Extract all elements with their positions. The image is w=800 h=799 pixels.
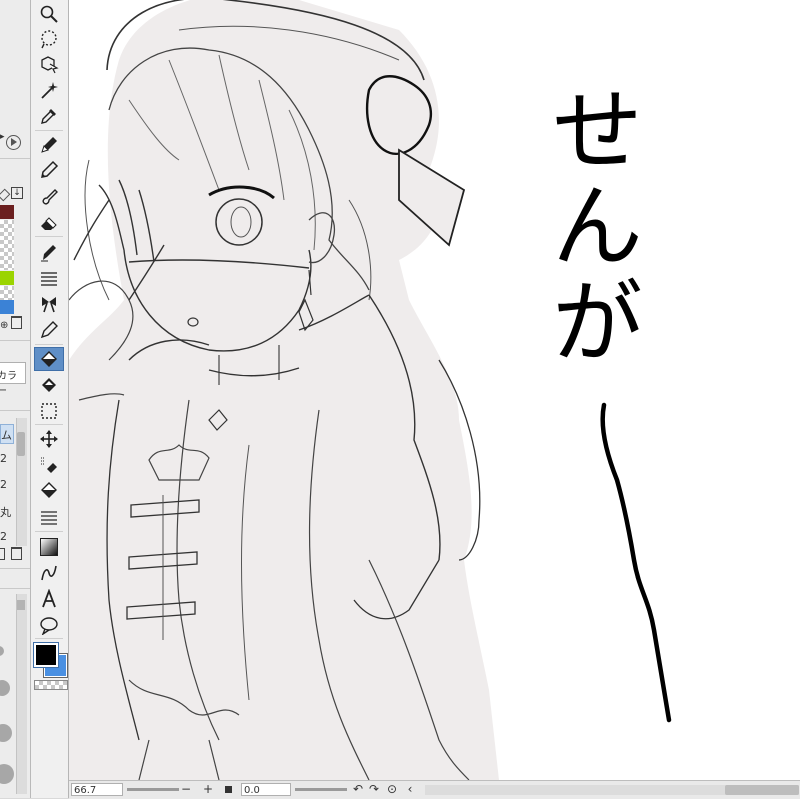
handwritten-annotation: せんが bbox=[536, 82, 643, 370]
fill-eraser-icon[interactable] bbox=[34, 373, 64, 397]
property-value-2: 2 bbox=[0, 478, 7, 491]
lasso-icon[interactable] bbox=[34, 27, 64, 51]
rotation-angle-field[interactable]: 0.0 bbox=[241, 783, 291, 796]
color-swatch-transparent[interactable] bbox=[0, 220, 14, 270]
color-swatch-blue[interactable] bbox=[0, 300, 14, 314]
eyedropper-icon[interactable] bbox=[34, 104, 64, 128]
horizontal-scrollbar-thumb[interactable] bbox=[725, 785, 799, 795]
fit-view-icon[interactable] bbox=[225, 786, 232, 793]
brush-icon[interactable] bbox=[34, 184, 64, 208]
drawing-canvas[interactable]: せんが bbox=[69, 0, 800, 780]
brush-size-dot[interactable] bbox=[0, 680, 10, 696]
brush-size-dot[interactable] bbox=[0, 764, 14, 784]
brush-size-dot[interactable] bbox=[0, 646, 4, 656]
import-icon[interactable]: ↓ bbox=[11, 187, 23, 199]
property-value-1: 2 bbox=[0, 452, 7, 465]
left-palette-panel: ▸ ↓ ⊕ カラー ム 2 2 丸 2 bbox=[0, 0, 31, 798]
character-lineart bbox=[69, 0, 672, 780]
layer-move-icon[interactable] bbox=[34, 453, 64, 477]
tool-property-tab[interactable]: ム bbox=[0, 424, 14, 444]
bucket-icon[interactable] bbox=[34, 479, 64, 503]
zoom-level-value: 66.7 bbox=[74, 785, 97, 796]
pen-icon[interactable] bbox=[34, 133, 64, 157]
brush-size-dot[interactable] bbox=[0, 724, 12, 742]
marker-icon[interactable] bbox=[34, 240, 64, 264]
color-mode-dropdown[interactable]: カラー bbox=[0, 362, 26, 397]
color-swatch-transparent-2[interactable] bbox=[0, 286, 14, 300]
rotation-angle-value: 0.0 bbox=[244, 785, 260, 796]
add-icon[interactable]: ⊕ bbox=[0, 320, 8, 331]
trash-icon[interactable] bbox=[11, 316, 22, 329]
zoom-in-button[interactable]: + bbox=[201, 782, 215, 797]
color-set-icons[interactable]: ↓ bbox=[0, 186, 28, 202]
zoom-out-button[interactable]: − bbox=[179, 782, 193, 797]
tool-bar bbox=[31, 0, 69, 798]
speech-balloon-icon[interactable] bbox=[34, 613, 64, 637]
zoom-slider[interactable] bbox=[127, 788, 179, 791]
property-value-4: 2 bbox=[0, 530, 7, 543]
zoom-level-field[interactable]: 66.7 bbox=[71, 783, 123, 796]
property-scrollbar-thumb[interactable] bbox=[17, 432, 25, 456]
rotate-left-icon[interactable]: ↶ bbox=[351, 782, 365, 797]
lines-icon[interactable] bbox=[34, 505, 64, 529]
duplicate-icon[interactable] bbox=[0, 548, 5, 560]
color-swatch-green[interactable] bbox=[0, 271, 14, 285]
color-mode-label: カラー bbox=[0, 371, 17, 397]
object-select-icon[interactable] bbox=[34, 52, 64, 76]
horizontal-scrollbar[interactable] bbox=[425, 785, 799, 795]
auto-select-wand-icon[interactable] bbox=[34, 78, 64, 102]
main-color-chip[interactable] bbox=[33, 642, 59, 668]
vector-curve-icon[interactable] bbox=[34, 561, 64, 585]
fill-icon[interactable] bbox=[34, 347, 64, 371]
brush-size-scrollbar[interactable] bbox=[16, 594, 27, 794]
decoration-ribbon-icon[interactable] bbox=[34, 292, 64, 316]
eraser-icon[interactable] bbox=[34, 210, 64, 234]
property-value-3: 丸 bbox=[0, 506, 11, 519]
brush-size-scroll-thumb[interactable] bbox=[17, 600, 25, 610]
gradient-icon[interactable] bbox=[34, 535, 64, 559]
flip-icon[interactable]: ‹ bbox=[403, 782, 417, 797]
reset-rotation-icon[interactable]: ⊙ bbox=[385, 782, 399, 797]
ruler-lines-icon[interactable] bbox=[34, 266, 64, 290]
correction-pen-icon[interactable] bbox=[34, 318, 64, 342]
move-icon[interactable] bbox=[34, 427, 64, 451]
selection-rect-icon[interactable] bbox=[34, 399, 64, 423]
tool-property-tab-label: ム bbox=[1, 429, 12, 442]
color-swatch-brown[interactable] bbox=[0, 205, 14, 219]
rotate-right-icon[interactable]: ↷ bbox=[367, 782, 381, 797]
trash-icon-2[interactable] bbox=[11, 547, 22, 560]
status-bar: 66.7 − + 0.0 ↶ ↷ ⊙ ‹ bbox=[69, 780, 800, 799]
zoom-icon[interactable] bbox=[34, 2, 64, 26]
transparent-color-chip[interactable] bbox=[34, 680, 68, 690]
play-icon[interactable] bbox=[6, 135, 21, 150]
pencil-icon[interactable] bbox=[34, 158, 64, 182]
rotation-slider[interactable] bbox=[295, 788, 347, 791]
text-icon[interactable] bbox=[34, 587, 64, 611]
